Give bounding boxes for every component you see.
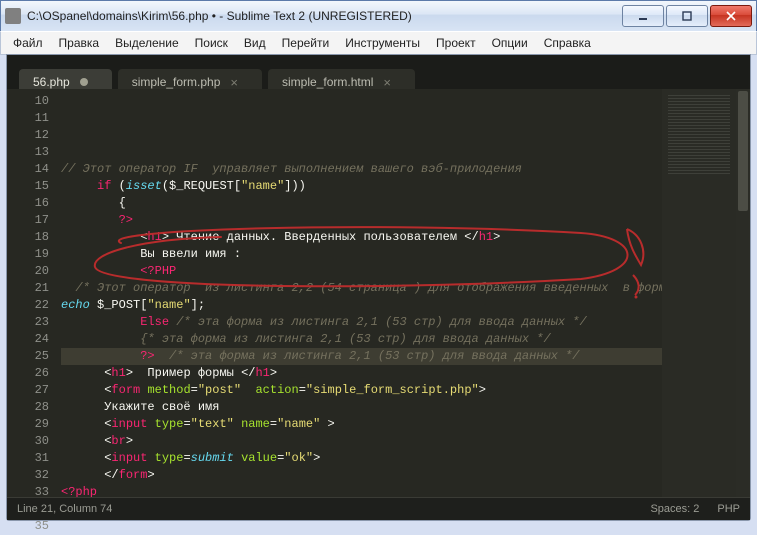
status-language[interactable]: PHP (717, 503, 740, 515)
code-line[interactable]: if (isset($_REQUEST["name"])) (61, 178, 662, 195)
line-number-gutter: 1011121314151617181920212223242526272829… (7, 89, 57, 498)
line-number: 31 (7, 450, 49, 467)
maximize-button[interactable] (666, 5, 708, 27)
line-number: 20 (7, 263, 49, 280)
line-number: 16 (7, 195, 49, 212)
line-number: 18 (7, 229, 49, 246)
code-line[interactable]: <h1> Пример формы </h1> (61, 365, 662, 382)
tab-label: simple_form.html (282, 75, 373, 89)
minimize-button[interactable] (622, 5, 664, 27)
line-number: 24 (7, 331, 49, 348)
window-titlebar: C:\OSpanel\domains\Kirim\56.php • - Subl… (0, 0, 757, 31)
code-line[interactable]: <h1> Чтение данных. Вверденных пользоват… (61, 229, 662, 246)
code-line[interactable]: { (61, 195, 662, 212)
code-line[interactable]: <br> (61, 433, 662, 450)
menu-options[interactable]: Опции (484, 33, 536, 53)
code-line[interactable]: // Этот оператор IF управляет выполнение… (61, 161, 662, 178)
menu-help[interactable]: Справка (536, 33, 599, 53)
code-line[interactable]: {* эта форма из листинга 2,1 (53 стр) дл… (61, 331, 662, 348)
line-number: 27 (7, 382, 49, 399)
code-line[interactable]: <input type="text" name="name" > (61, 416, 662, 433)
code-line[interactable]: ?> /* эта форма из листинга 2,1 (53 стр)… (61, 348, 662, 365)
minimap-content (668, 95, 730, 175)
menu-select[interactable]: Выделение (107, 33, 187, 53)
line-number: 14 (7, 161, 49, 178)
close-icon[interactable]: × (383, 75, 391, 90)
line-number: 30 (7, 433, 49, 450)
dirty-indicator-icon (80, 78, 88, 86)
line-number: 13 (7, 144, 49, 161)
close-icon[interactable]: × (230, 75, 238, 90)
menu-view[interactable]: Вид (236, 33, 274, 53)
window-controls (622, 5, 752, 27)
line-number: 26 (7, 365, 49, 382)
line-number: 22 (7, 297, 49, 314)
code-line[interactable]: /* Этот оператор из листинга 2,2 (54 стр… (61, 280, 662, 297)
code-line[interactable]: Укажите своё имя (61, 399, 662, 416)
line-number: 10 (7, 93, 49, 110)
status-cursor-position: Line 21, Column 74 (17, 503, 112, 515)
line-number: 21 (7, 280, 49, 297)
menu-file[interactable]: Файл (5, 33, 51, 53)
code-line[interactable]: ?> (61, 212, 662, 229)
line-number: 29 (7, 416, 49, 433)
menu-project[interactable]: Проект (428, 33, 484, 53)
line-number: 23 (7, 314, 49, 331)
minimap[interactable] (662, 89, 736, 498)
code-line[interactable]: <?PHP (61, 263, 662, 280)
menu-bar: Файл Правка Выделение Поиск Вид Перейти … (0, 31, 757, 55)
code-line[interactable]: Вы ввели имя : (61, 246, 662, 263)
line-number: 32 (7, 467, 49, 484)
line-number: 15 (7, 178, 49, 195)
code-line[interactable]: <form method="post" action="simple_form_… (61, 382, 662, 399)
vertical-scrollbar[interactable] (736, 89, 750, 498)
app-icon (5, 8, 21, 24)
close-button[interactable] (710, 5, 752, 27)
tab-label: simple_form.php (132, 75, 221, 89)
code-line[interactable]: Else /* эта форма из листинга 2,1 (53 ст… (61, 314, 662, 331)
line-number: 25 (7, 348, 49, 365)
menu-search[interactable]: Поиск (187, 33, 236, 53)
status-bar: Line 21, Column 74 Spaces: 2 PHP (7, 497, 750, 520)
editor-frame: 56.php simple_form.php × simple_form.htm… (6, 54, 751, 521)
code-line[interactable]: <?php (61, 484, 662, 498)
line-number: 11 (7, 110, 49, 127)
menu-goto[interactable]: Перейти (274, 33, 338, 53)
menu-tools[interactable]: Инструменты (337, 33, 428, 53)
code-editor[interactable]: // Этот оператор IF управляет выполнение… (57, 89, 662, 498)
code-line[interactable]: </form> (61, 467, 662, 484)
code-line[interactable]: echo $_POST["name"]; (61, 297, 662, 314)
line-number: 28 (7, 399, 49, 416)
line-number: 12 (7, 127, 49, 144)
menu-edit[interactable]: Правка (51, 33, 108, 53)
scrollbar-thumb[interactable] (738, 91, 748, 211)
code-line[interactable]: <input type=submit value="ok"> (61, 450, 662, 467)
status-indent[interactable]: Spaces: 2 (650, 503, 699, 515)
window-title: C:\OSpanel\domains\Kirim\56.php • - Subl… (27, 9, 622, 23)
line-number: 17 (7, 212, 49, 229)
line-number: 19 (7, 246, 49, 263)
code-area: 1011121314151617181920212223242526272829… (7, 89, 750, 498)
tab-label: 56.php (33, 75, 70, 89)
